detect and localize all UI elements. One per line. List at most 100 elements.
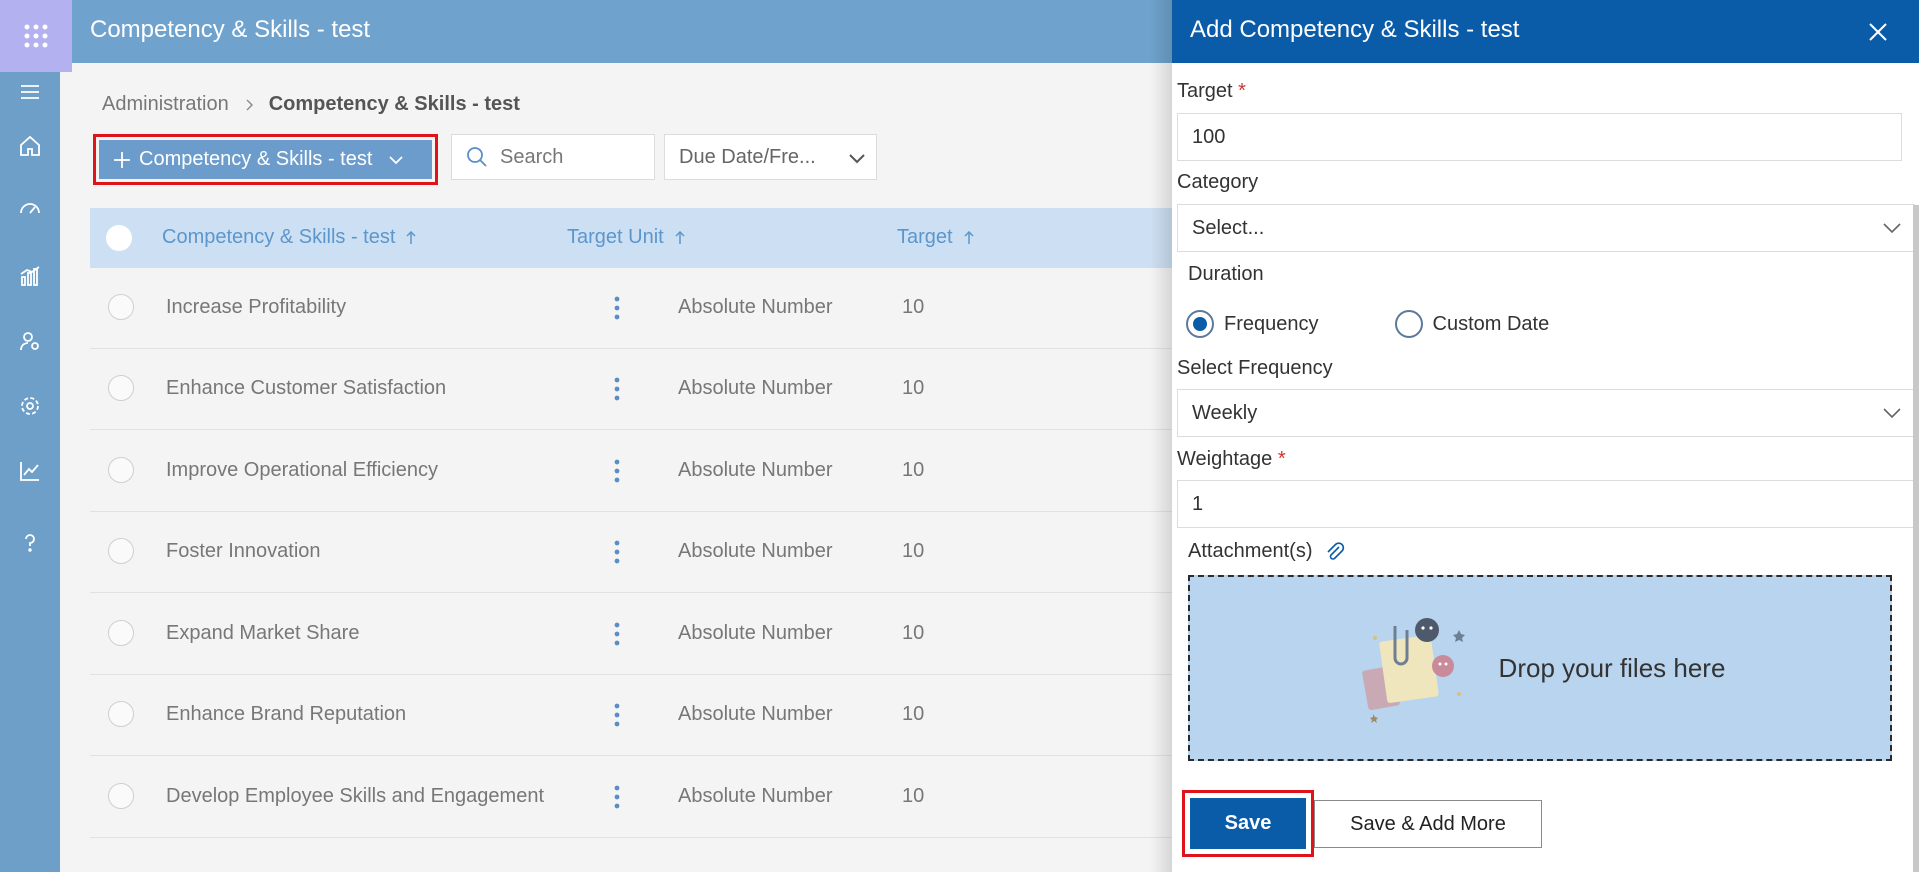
row-checkbox[interactable] — [108, 538, 134, 564]
hamburger-menu-icon[interactable] — [0, 72, 60, 112]
column-header-target[interactable]: Target — [897, 226, 975, 249]
sort-arrow-icon — [406, 230, 416, 244]
search-icon — [467, 147, 487, 167]
category-label: Category — [1177, 171, 1259, 193]
kebab-menu-icon[interactable] — [612, 296, 622, 320]
table-row[interactable]: Increase Profitability Absolute Number 1… — [90, 268, 1172, 349]
search-input[interactable] — [500, 145, 630, 169]
panel-scrollbar[interactable] — [1913, 205, 1919, 872]
select-all-checkbox[interactable] — [106, 225, 132, 251]
user-settings-icon[interactable] — [0, 321, 60, 361]
files-illustration-icon — [1361, 618, 1465, 723]
weightage-input[interactable] — [1177, 480, 1915, 528]
select-frequency-label: Select Frequency — [1177, 357, 1333, 379]
target-label: Target * — [1177, 80, 1246, 102]
row-target: 10 — [902, 785, 925, 807]
radio-frequency-dot — [1186, 310, 1214, 338]
save-button[interactable]: Save — [1190, 798, 1306, 849]
duration-label: Duration — [1188, 263, 1264, 285]
file-dropzone[interactable]: Drop your files here — [1188, 575, 1892, 761]
row-checkbox[interactable] — [108, 375, 134, 401]
target-input[interactable] — [1177, 113, 1902, 161]
table-row[interactable]: Expand Market Share Absolute Number 10 — [90, 594, 1172, 675]
weightage-label: Weightage * — [1177, 448, 1286, 470]
page-title: Competency & Skills - test — [90, 16, 371, 43]
row-target-unit: Absolute Number — [678, 377, 833, 399]
sort-arrow-icon — [964, 230, 974, 244]
row-name: Enhance Brand Reputation — [166, 703, 407, 725]
dropzone-text: Drop your files here — [1498, 652, 1726, 683]
row-name: Increase Profitability — [166, 296, 347, 318]
row-checkbox[interactable] — [108, 457, 134, 483]
chevron-down-icon — [849, 154, 865, 164]
app-header: Competency & Skills - test — [72, 0, 1172, 63]
attachments-label: Attachment(s) — [1188, 540, 1346, 563]
breadcrumb: Administration Competency & Skills - tes… — [102, 93, 520, 116]
chevron-down-icon — [1883, 408, 1901, 419]
category-select[interactable]: Select... — [1177, 204, 1915, 252]
frequency-select[interactable]: Weekly — [1177, 389, 1915, 437]
kebab-menu-icon[interactable] — [612, 703, 622, 727]
row-target-unit: Absolute Number — [678, 459, 833, 481]
radio-custom-date-label: Custom Date — [1432, 312, 1550, 335]
help-icon[interactable] — [0, 523, 60, 563]
breadcrumb-administration[interactable]: Administration — [102, 93, 229, 116]
radio-frequency[interactable]: Frequency — [1186, 310, 1319, 338]
row-target-unit: Absolute Number — [678, 622, 833, 644]
app-launcher-icon[interactable] — [0, 0, 72, 72]
bar-chart-icon[interactable] — [0, 256, 60, 296]
line-chart-icon[interactable] — [0, 451, 60, 491]
table-row[interactable]: Improve Operational Efficiency Absolute … — [90, 431, 1172, 512]
add-button-label: Competency & Skills - test — [139, 148, 373, 170]
chevron-down-icon — [1883, 223, 1901, 234]
row-target: 10 — [902, 459, 925, 481]
row-target: 10 — [902, 540, 925, 562]
row-target-unit: Absolute Number — [678, 540, 833, 562]
row-checkbox[interactable] — [108, 783, 134, 809]
row-name: Enhance Customer Satisfaction — [166, 377, 447, 399]
add-competency-panel: Add Competency & Skills - test Target * … — [1172, 0, 1919, 872]
table-row[interactable]: Foster Innovation Absolute Number 10 — [90, 512, 1172, 593]
due-date-filter[interactable]: Due Date/Fre... — [664, 134, 877, 180]
table-row[interactable]: Enhance Brand Reputation Absolute Number… — [90, 675, 1172, 756]
radio-frequency-label: Frequency — [1224, 312, 1319, 335]
row-target-unit: Absolute Number — [678, 703, 833, 725]
save-and-add-more-button[interactable]: Save & Add More — [1314, 800, 1542, 848]
search-box — [451, 134, 655, 180]
kebab-menu-icon[interactable] — [612, 540, 622, 564]
duration-radio-group: Frequency Custom Date — [1186, 310, 1549, 338]
due-date-filter-label: Due Date/Fre... — [679, 145, 816, 168]
radio-custom-date[interactable]: Custom Date — [1394, 310, 1550, 338]
add-competency-button-highlight: Competency & Skills - test — [93, 134, 438, 185]
row-target: 10 — [902, 703, 925, 725]
home-icon[interactable] — [0, 126, 60, 166]
plus-icon — [114, 151, 130, 168]
sort-arrow-icon — [675, 230, 685, 244]
row-name: Improve Operational Efficiency — [166, 459, 438, 481]
kebab-menu-icon[interactable] — [612, 785, 622, 809]
row-target: 10 — [902, 377, 925, 399]
gear-icon[interactable] — [0, 386, 60, 426]
row-target: 10 — [902, 622, 925, 644]
add-competency-button[interactable]: Competency & Skills - test — [99, 140, 432, 179]
kebab-menu-icon[interactable] — [612, 622, 622, 646]
row-target-unit: Absolute Number — [678, 296, 833, 318]
close-button[interactable] — [1864, 18, 1892, 46]
column-header-name[interactable]: Competency & Skills - test — [162, 226, 417, 249]
table-row[interactable]: Develop Employee Skills and Engagement A… — [90, 757, 1172, 838]
column-header-target-unit[interactable]: Target Unit — [567, 226, 686, 249]
table-header: Competency & Skills - test Target Unit T… — [90, 208, 1172, 268]
kebab-menu-icon[interactable] — [612, 459, 622, 483]
kebab-menu-icon[interactable] — [612, 377, 622, 401]
row-name: Develop Employee Skills and Engagement — [166, 785, 544, 807]
row-target: 10 — [902, 296, 925, 318]
required-mark: * — [1238, 80, 1246, 102]
row-checkbox[interactable] — [108, 701, 134, 727]
row-checkbox[interactable] — [108, 620, 134, 646]
table-row[interactable]: Enhance Customer Satisfaction Absolute N… — [90, 349, 1172, 430]
gauge-icon[interactable] — [0, 191, 60, 231]
paperclip-icon[interactable] — [1324, 541, 1346, 563]
row-checkbox[interactable] — [108, 294, 134, 320]
row-name: Foster Innovation — [166, 540, 321, 562]
left-nav-rail — [0, 0, 60, 872]
